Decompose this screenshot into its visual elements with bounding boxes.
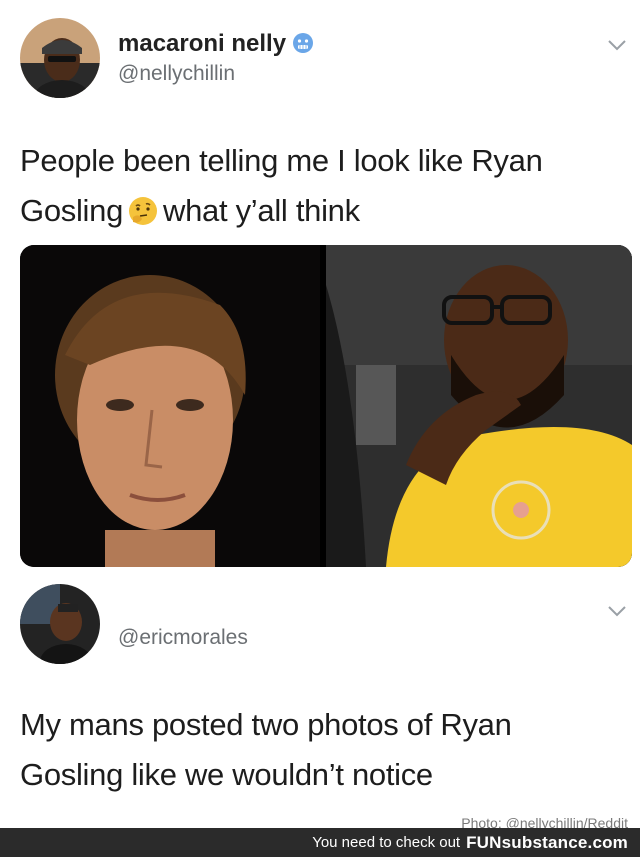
display-name[interactable]: macaroni nelly xyxy=(118,30,314,58)
tweet-text: People been telling me I look like Ryan … xyxy=(20,136,630,236)
tweet-reply: @ericmorales My mans posted two photos o… xyxy=(0,578,640,828)
avatar[interactable] xyxy=(20,584,100,664)
footer-brand[interactable]: FUNsubstance.com xyxy=(466,833,628,853)
thinking-face-icon xyxy=(127,192,159,225)
chevron-down-icon[interactable] xyxy=(604,598,630,624)
portrait-photo[interactable] xyxy=(20,245,320,567)
tweet-media[interactable] xyxy=(20,245,632,567)
tweet-text: My mans posted two photos of Ryan Goslin… xyxy=(20,700,630,800)
avatar[interactable] xyxy=(20,18,100,98)
watermark-footer: You need to check out FUNsubstance.com xyxy=(0,828,640,857)
user-handle[interactable]: @nellychillin xyxy=(118,62,235,86)
tweet-original: macaroni nelly @nellychillin People been… xyxy=(0,0,640,240)
user-handle[interactable]: @ericmorales xyxy=(118,626,248,650)
tweet-text-line: Gosling what y’all think xyxy=(20,192,360,228)
tweet-text-line: My mans posted two photos of Ryan xyxy=(20,707,512,742)
tweet-text-line: People been telling me I look like Ryan xyxy=(20,143,543,178)
chevron-down-icon[interactable] xyxy=(604,32,630,58)
tweet-text-line: Gosling like we wouldn’t notice xyxy=(20,757,433,792)
selfie-photo[interactable] xyxy=(326,245,632,567)
cold-face-emoji-icon xyxy=(292,32,314,54)
footer-text: You need to check out xyxy=(312,834,461,851)
